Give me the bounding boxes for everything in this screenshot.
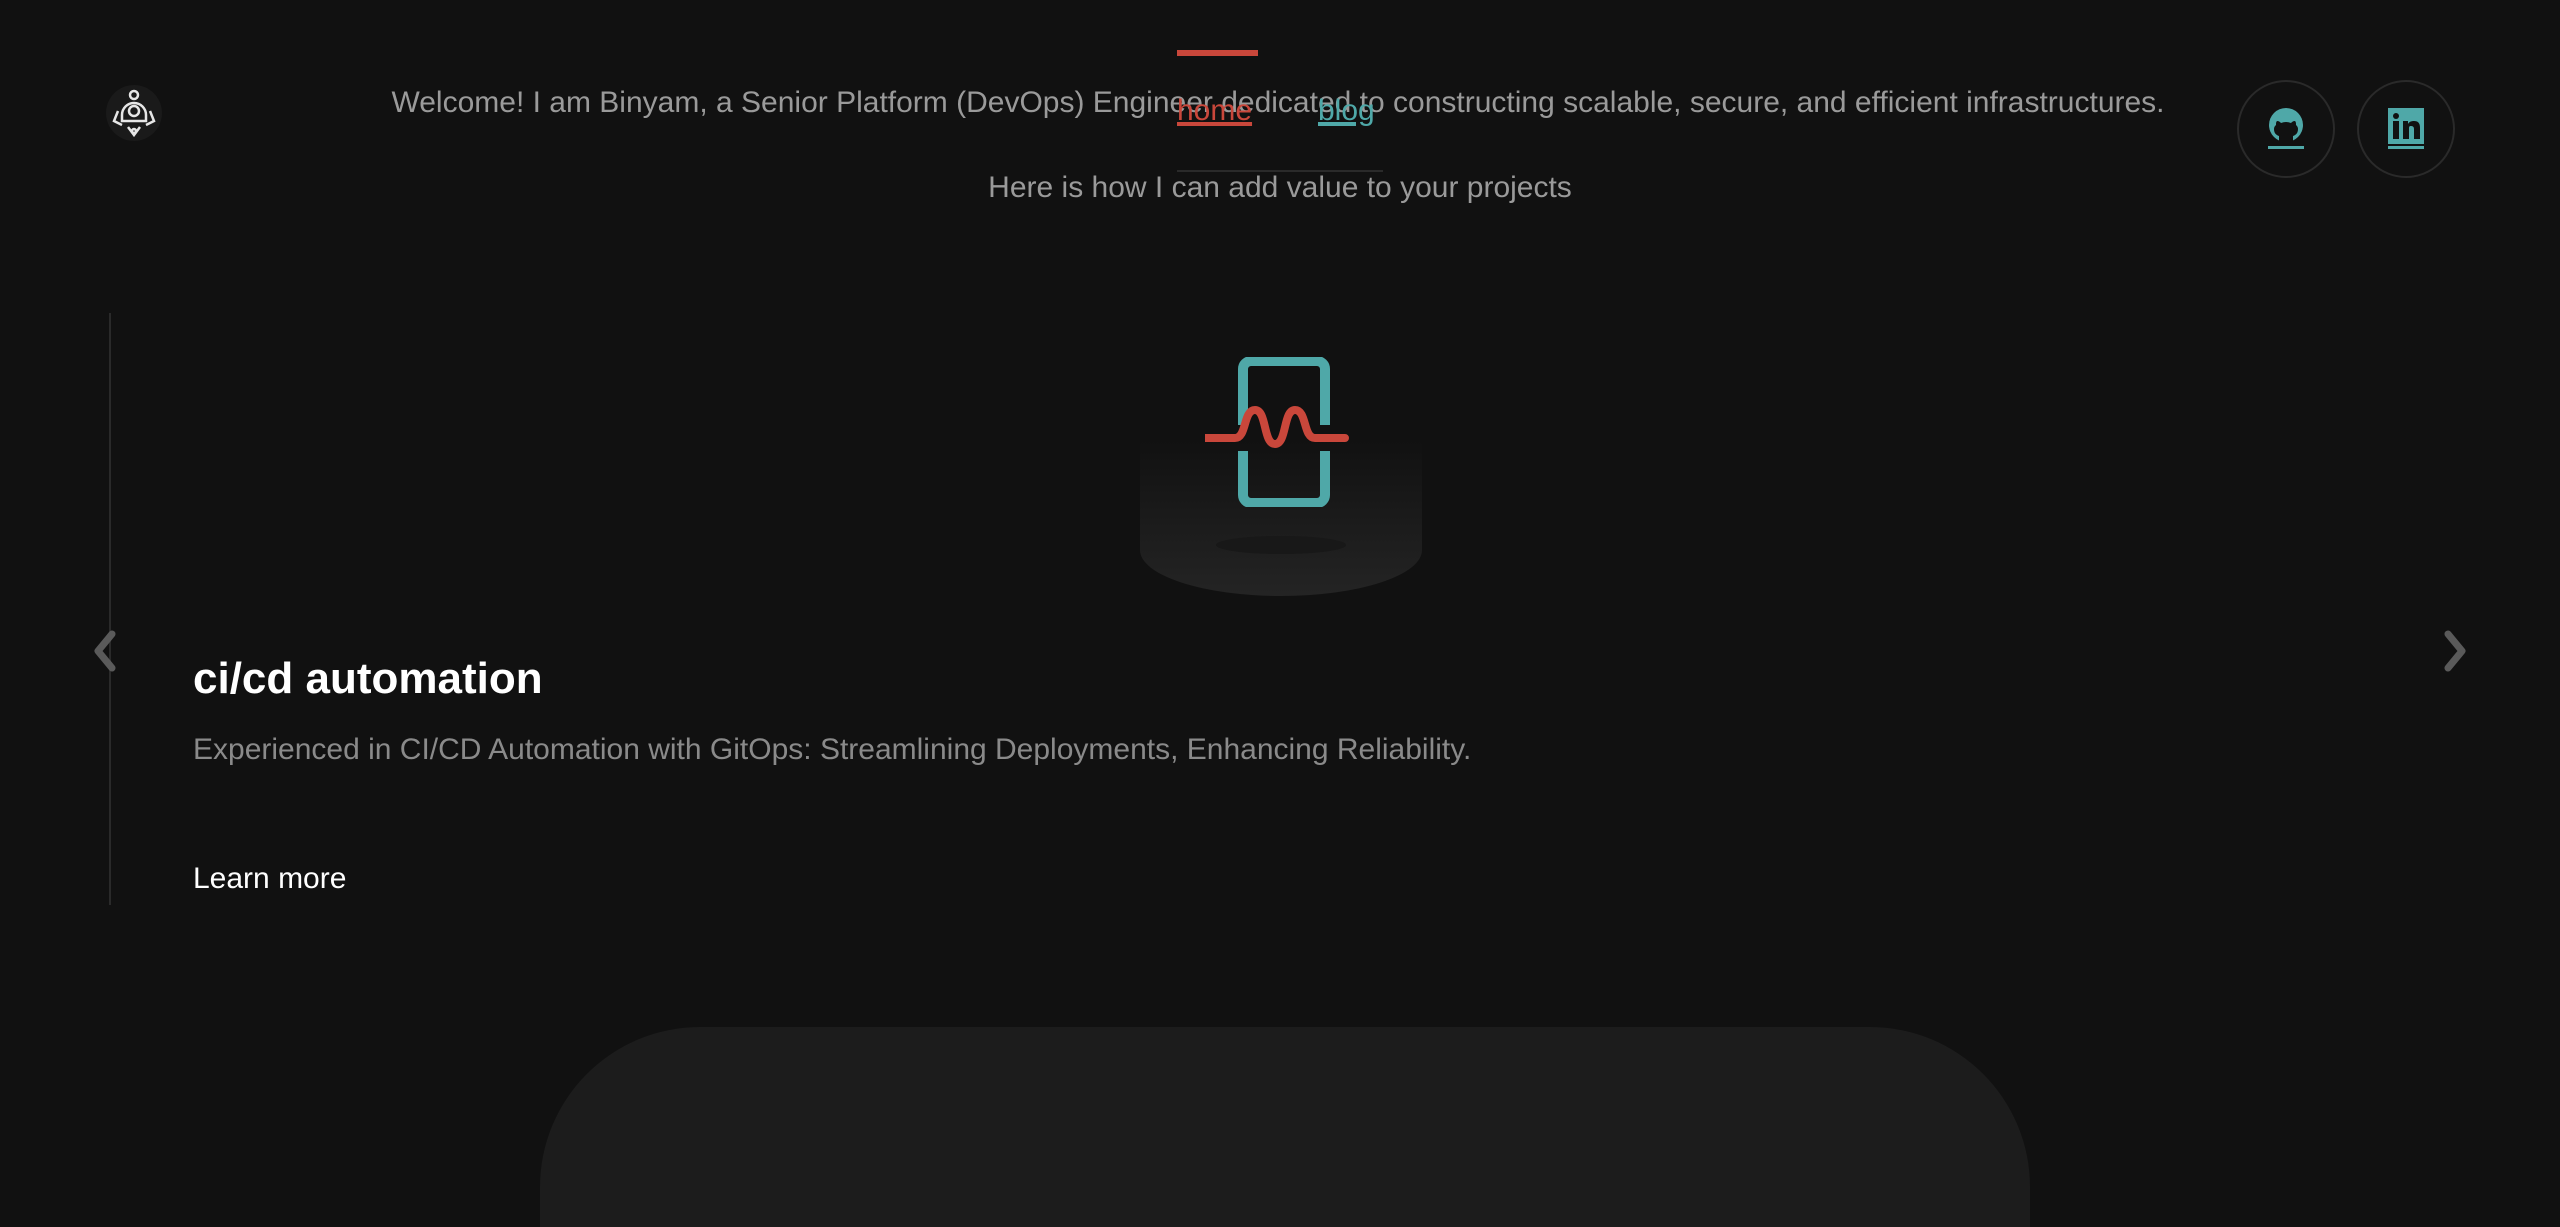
nav-home-link[interactable]: home xyxy=(1177,94,1252,128)
chevron-right-icon[interactable] xyxy=(2434,628,2474,674)
bottom-section-card xyxy=(540,1027,2030,1227)
github-icon xyxy=(2268,108,2304,149)
linkedin-icon xyxy=(2388,108,2424,149)
section-subtitle: Here is how I can add value to your proj… xyxy=(988,171,1572,204)
cicd-pipeline-icon xyxy=(1205,357,1349,507)
carousel-divider xyxy=(109,313,111,905)
learn-more-link[interactable]: Learn more xyxy=(193,862,346,896)
chevron-left-icon[interactable] xyxy=(86,628,126,674)
linkedin-button[interactable] xyxy=(2357,80,2455,178)
welcome-message: Welcome! I am Binyam, a Senior Platform … xyxy=(391,86,2165,119)
github-button[interactable] xyxy=(2237,80,2335,178)
service-title: ci/cd automation xyxy=(193,654,543,703)
active-nav-indicator xyxy=(1177,50,1258,56)
welcome-text: Welcome! I am Binyam, a Senior Platform … xyxy=(0,86,2560,120)
nav-blog-link[interactable]: blog xyxy=(1318,94,1375,128)
service-description: Experienced in CI/CD Automation with Git… xyxy=(193,733,1472,766)
